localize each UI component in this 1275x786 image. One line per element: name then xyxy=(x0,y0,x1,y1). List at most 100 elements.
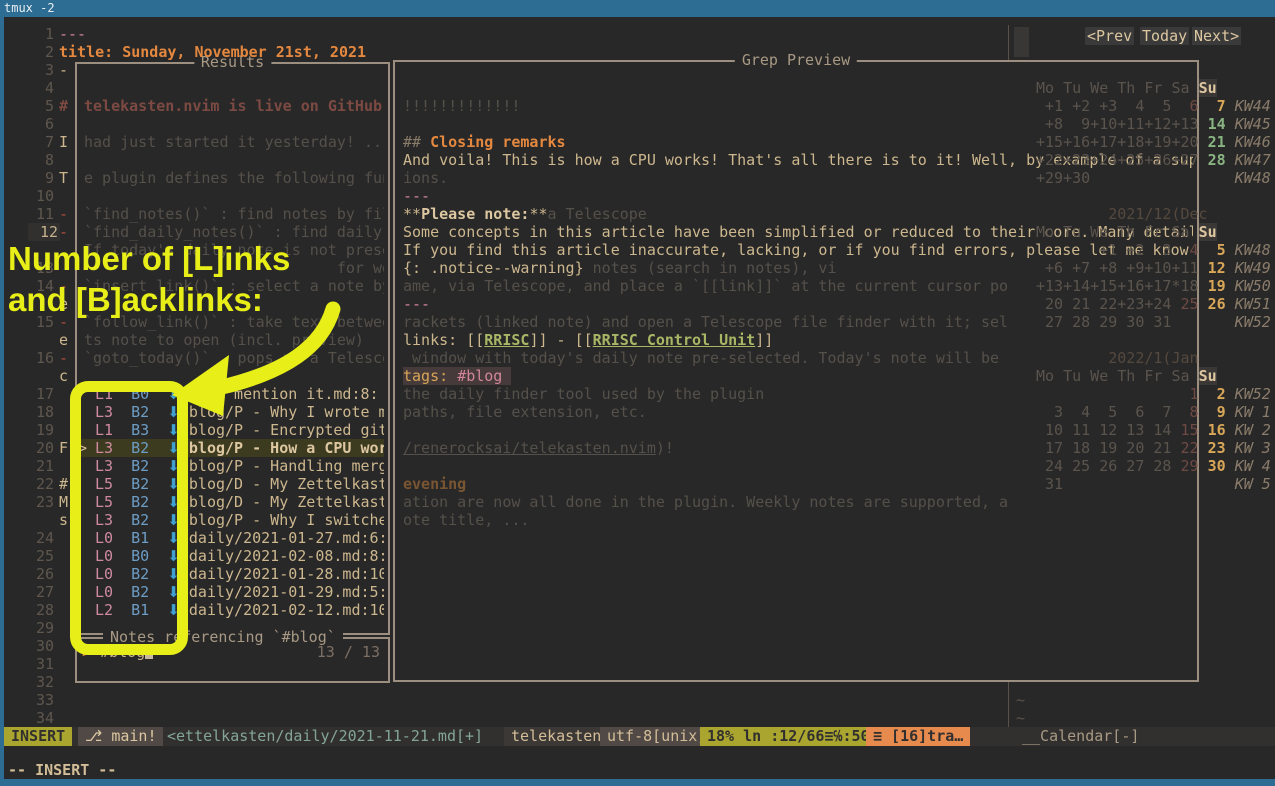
text-segment: blog/P - Handling merg xyxy=(189,457,384,475)
preview-line: /renerocksai/telekasten.nvim)! xyxy=(403,439,674,457)
text-segment: ions. xyxy=(403,169,448,187)
text-segment: evening xyxy=(403,475,466,493)
text-segment xyxy=(1208,475,1226,493)
preview-line: ame, via Telescope, and place a `[[link]… xyxy=(403,277,1008,295)
line-number: 6 xyxy=(28,115,54,133)
text-segment: KW 1 xyxy=(1235,403,1271,421)
text-segment xyxy=(1199,115,1208,133)
text-segment xyxy=(1226,133,1235,151)
line-number: 19 xyxy=(28,421,54,439)
annotation-line2: and [B]acklinks: xyxy=(8,291,263,309)
text-segment: Su xyxy=(1199,79,1217,97)
blended-buffer-line: `find_notes()` : find notes by fil xyxy=(84,205,384,223)
text-segment xyxy=(1199,259,1208,277)
text-segment: 2022/1(Jan xyxy=(1036,349,1199,367)
text-segment xyxy=(1190,223,1199,241)
calendar-row[interactable]: +29+30 KW48 xyxy=(1036,169,1271,187)
text-segment: ation are now all done in the plugin. We… xyxy=(403,493,1008,511)
line-number: 16 xyxy=(28,349,54,367)
text-segment: Closing remarks xyxy=(430,133,565,151)
text-segment: /renerocksai/telekasten.nvim xyxy=(403,439,656,457)
calendar-row[interactable]: +6 +7 +8 +9+10+11 12 KW49 xyxy=(1036,259,1271,277)
encoding-segment: utf-8[unix] xyxy=(600,727,713,746)
text-segment: blog/P - How a CPU wor xyxy=(189,439,384,457)
calendar-row[interactable]: Mo Tu We Th Fr Sa Su xyxy=(1036,367,1217,385)
calendar-row[interactable]: +15+16+17+18+19+20 21 KW46 xyxy=(1036,133,1271,151)
line-number: 12 xyxy=(28,223,60,241)
text-segment xyxy=(1226,457,1235,475)
preview-line: ation are now all done in the plugin. We… xyxy=(403,493,1008,511)
text-segment: 24 25 26 27 28 xyxy=(1036,457,1171,475)
buffer-line-fragment: I xyxy=(59,133,68,151)
text-segment: KW 4 xyxy=(1235,457,1271,475)
text-segment: 15 xyxy=(1171,421,1198,439)
line-number: 8 xyxy=(28,151,54,169)
calendar-row[interactable]: 20 21 22+23+24 25 26 KW51 xyxy=(1036,295,1271,313)
text-segment: +6 +7 +8 +9+10+11 xyxy=(1036,259,1199,277)
text-segment: +29+30 xyxy=(1036,169,1199,187)
text-segment xyxy=(1036,385,1171,403)
text-segment: blog/P - Encrypted git xyxy=(189,421,384,439)
text-segment xyxy=(1199,313,1208,331)
text-segment xyxy=(1199,97,1208,115)
calendar-row[interactable]: +8 9+10+11+12+13 14 KW45 xyxy=(1036,115,1271,133)
calendar-row[interactable]: 17 18 19 20 21 22 23 KW 3 xyxy=(1036,439,1271,457)
text-segment: i mention it.md:8: xyxy=(189,385,379,403)
calendar-row[interactable]: 27 28 29 30 31 KW52 xyxy=(1036,313,1271,331)
line-number: 32 xyxy=(28,673,54,691)
text-segment: 4 xyxy=(1171,241,1198,259)
text-segment: paths, file extension, etc. xyxy=(403,403,647,421)
preview-line: ions. xyxy=(403,169,448,187)
buffer-line-fragment: M xyxy=(59,493,68,511)
calendar-row[interactable]: +1 +2 +3 4 5 6 7 KW44 xyxy=(1036,97,1271,115)
buffer-line-fragment: F xyxy=(59,439,68,457)
text-segment: KW50 xyxy=(1235,277,1271,295)
line-number: 2 xyxy=(28,43,54,61)
calendar-row[interactable]: 10 11 12 13 14 15 16 KW 2 xyxy=(1036,421,1271,439)
text-segment: 17 18 19 20 21 xyxy=(1036,439,1171,457)
text-segment: 1 xyxy=(1171,385,1198,403)
calendar-row[interactable]: 3 4 5 6 7 8 9 KW 1 xyxy=(1036,403,1271,421)
mode-message: -- INSERT -- xyxy=(8,761,116,779)
calendar-row[interactable]: 2021/12(Dec xyxy=(1036,205,1208,223)
text-segment xyxy=(1199,439,1208,457)
text-segment: KW52 xyxy=(1235,385,1271,403)
cursor-position-segment: 18% ln :12/66≡℅:50 xyxy=(700,727,877,746)
calendar-row[interactable]: +22+23+24+25+26+27 28 KW47 xyxy=(1036,151,1271,169)
preview-line: !!!!!!!!!!!!! xyxy=(403,97,520,115)
calendar-row[interactable]: 2022/1(Jan xyxy=(1036,349,1199,367)
line-number: 10 xyxy=(28,187,54,205)
blended-buffer-line: `find_daily_notes()` : find daily xyxy=(84,223,382,241)
text-segment: 7 xyxy=(1208,97,1226,115)
text-segment: KW51 xyxy=(1235,295,1271,313)
text-segment: +1 +2 +3 4 5 xyxy=(1036,97,1181,115)
git-branch-segment: ⎇ main! xyxy=(78,727,163,746)
calendar-row[interactable]: 24 25 26 27 28 29 30 KW 4 xyxy=(1036,457,1271,475)
line-number: 25 xyxy=(28,547,54,565)
preview-line: --- xyxy=(403,295,430,313)
calendar-row[interactable]: Mo Tu We Th Fr Sa Su xyxy=(1036,223,1217,241)
calendar-row[interactable]: 31 KW 5 xyxy=(1036,475,1271,493)
line-number: 11 xyxy=(28,205,54,223)
text-segment: blog/D - My Zettelkast xyxy=(189,493,384,511)
blended-buffer-line: had just started it yesterday! ... xyxy=(84,133,384,151)
plugin-name-segment: telekasten xyxy=(504,727,608,746)
text-segment xyxy=(1226,241,1235,259)
calendar-row[interactable]: 1 2 KW52 xyxy=(1036,385,1271,403)
text-segment: blog/P - Why I wrote m xyxy=(189,403,384,421)
buffer-line-fragment: - xyxy=(59,349,68,367)
text-segment: 16 xyxy=(1208,421,1226,439)
calendar-row[interactable]: +13+14+15+16+17*18 19 KW50 xyxy=(1036,277,1271,295)
text-segment: KW52 xyxy=(1235,313,1271,331)
text-segment: KW 2 xyxy=(1235,421,1271,439)
text-segment: Mo Tu We Th Fr Sa xyxy=(1036,79,1190,97)
text-segment: 28 xyxy=(1208,151,1226,169)
text-segment: !!!!!!!!!!!!! xyxy=(403,97,520,115)
empty-line-tilde: ~ xyxy=(1016,709,1025,727)
window-border-left xyxy=(0,17,4,779)
line-number: 30 xyxy=(28,637,54,655)
calendar-next-button[interactable]: Next> xyxy=(1192,27,1241,45)
calendar-row[interactable]: Mo Tu We Th Fr Sa Su xyxy=(1036,79,1217,97)
text-segment: blog/P - Why I switche xyxy=(189,511,384,529)
calendar-row[interactable]: +1 +2 3 4 5 KW48 xyxy=(1036,241,1271,259)
